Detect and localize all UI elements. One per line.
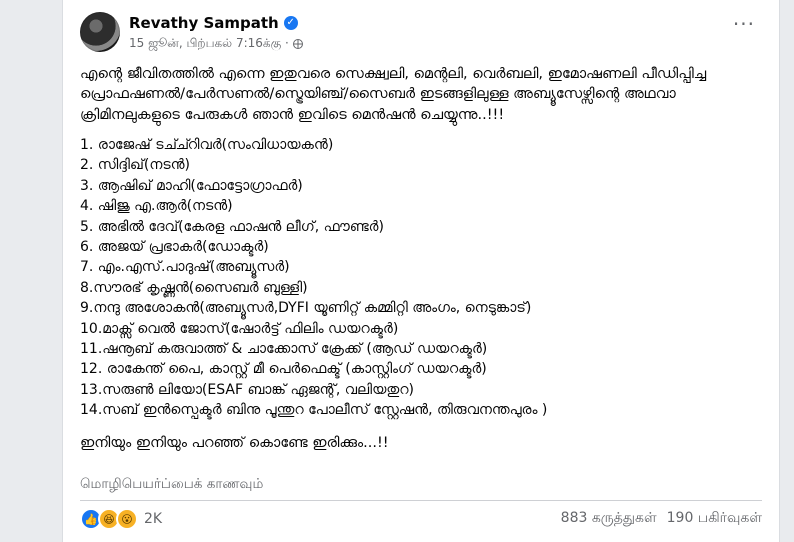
list-item: 7. എം.എസ്.പാദുഷ്(അബ്യൂസർ): [80, 259, 290, 276]
engagement-counts: 883 கருத்துகள் 190 பகிர்வுகள்: [561, 510, 762, 528]
list-item: 3. ആഷിഖ് മാഹി(ഫോട്ടോഗ്രാഫർ): [80, 177, 303, 194]
list-item: 12. രാകേന്ത് പൈ, കാസ്റ്റ് മീ പെർഫെക്ട് (…: [80, 361, 487, 378]
list-item: 9.നന്ദു അശോകൻ(അബ്യൂസർ,DYFI യൂണിറ്റ് കമ്മ…: [80, 300, 532, 317]
list-item: 2. സിദ്ദിഖ്(നടൻ): [80, 157, 191, 174]
reactions-summary[interactable]: 👍 😆 😮 2K: [80, 508, 162, 530]
shares-count[interactable]: 190 பகிர்வுகள்: [667, 510, 762, 528]
reaction-count[interactable]: 2K: [144, 511, 162, 527]
list-item: 13.സരുൺ ലിയോ(ESAF ബാങ്ക് ഏജന്റ്, വലിയതുറ…: [80, 381, 415, 398]
divider: [80, 500, 762, 501]
post-meta: 15 ஜூன், பிற்பகல் 7:16க்கு ·: [129, 36, 303, 52]
list-item: 4. ഷിജു എ.ആർ(നടൻ): [80, 198, 233, 215]
globe-icon: [292, 39, 303, 49]
see-translation-link[interactable]: மொழிபெயர்ப்பைக் காணவும்: [80, 476, 263, 494]
post-intro: എന്റെ ജീവിതത്തിൽ എന്നെ ഇതുവരെ സെക്ഷ്വലി,…: [80, 66, 707, 123]
list-item: 6. അജയ് പ്രഭാകർ(ഡോക്ടർ): [80, 238, 269, 255]
author-name[interactable]: Revathy Sampath: [129, 14, 279, 32]
more-options-icon[interactable]: ···: [733, 14, 755, 34]
list-item: 1. രാജേഷ് ടച്ച്റിവർ(സംവിധായകൻ): [80, 136, 334, 153]
accused-list: 1. രാജേഷ് ടച്ച്റിവർ(സംവിധായകൻ) 2. സിദ്ദിഖ…: [80, 135, 770, 421]
verified-badge-icon: ✓: [283, 16, 298, 30]
reaction-icons: 👍 😆 😮: [80, 508, 138, 530]
wow-icon: 😮: [116, 508, 138, 530]
list-item: 14.സബ് ഇൻസ്പെക്ടർ ബിനു പൂന്തുറ പോലീസ് സ്…: [80, 402, 548, 419]
avatar[interactable]: [80, 12, 120, 52]
list-item: 8.സൗരഭ് കൃഷ്ണൻ(സൈബർ ബുള്ളി): [80, 279, 308, 296]
post-body: എന്റെ ജീവിതത്തിൽ എന്നെ ഇതുവരെ സെക്ഷ്വലി,…: [80, 64, 770, 453]
post-card: Revathy Sampath ✓ 15 ஜூன், பிற்பகல் 7:16…: [62, 0, 780, 542]
post-closing: ഇനിയും ഇനിയും പറഞ്ഞ് കൊണ്ടേ ഇരിക്കും...!…: [80, 434, 389, 451]
post-author[interactable]: Revathy Sampath ✓: [129, 14, 298, 32]
list-item: 11.ഷനൂബ് കരുവാത്ത് & ചാക്കോസ് ക്രേക്ക് (…: [80, 340, 488, 357]
post-timestamp[interactable]: 15 ஜூன், பிற்பகல் 7:16க்கு ·: [129, 36, 289, 52]
list-item: 5. അഭിൽ ദേവ്(കേരള ഫാഷൻ ലീഗ്, ഫൗണ്ടർ): [80, 218, 384, 235]
list-item: 10.മാക്സ് വെൽ ജോസ്(ഷോർട്ട് ഫിലിം ഡയറക്ടർ…: [80, 320, 399, 337]
comments-count[interactable]: 883 கருத்துகள்: [561, 510, 657, 528]
